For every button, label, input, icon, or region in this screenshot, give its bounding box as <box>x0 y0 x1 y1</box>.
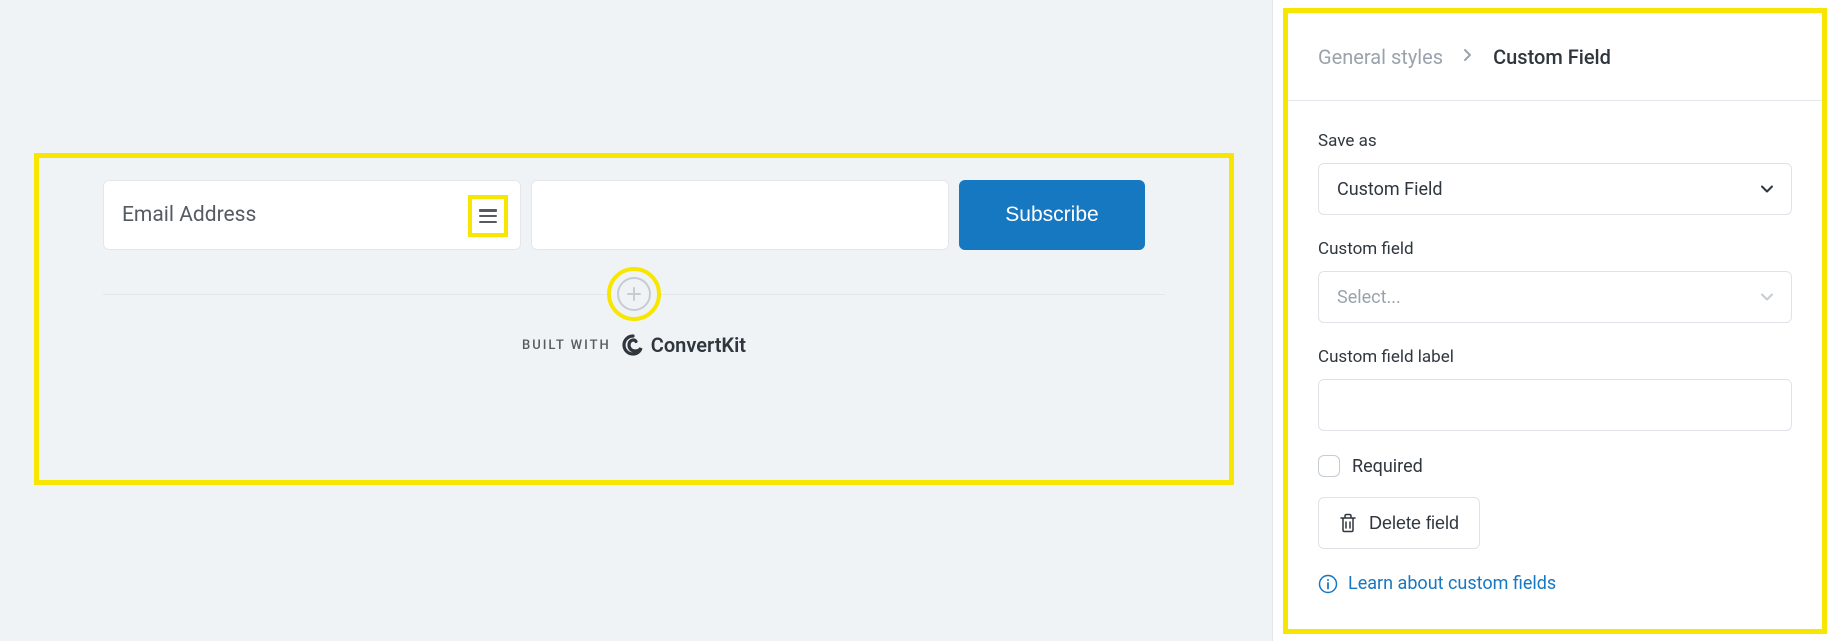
field-drag-handle[interactable] <box>468 195 508 237</box>
field-label-label: Custom field label <box>1318 347 1792 367</box>
subscribe-button[interactable]: Subscribe <box>959 180 1145 250</box>
info-icon <box>1318 574 1338 594</box>
email-placeholder-text: Email Address <box>122 203 256 227</box>
built-with-label: BUILT WITH <box>522 338 611 353</box>
form-fields-row: Email Address Subscribe <box>103 180 1145 250</box>
required-label: Required <box>1352 456 1423 477</box>
add-element-button[interactable] <box>607 267 661 321</box>
convertkit-swirl-icon <box>621 333 645 357</box>
required-checkbox-row[interactable]: Required <box>1318 455 1792 477</box>
plus-icon <box>617 277 651 311</box>
form-preview-area: Email Address Subscribe <box>0 15 1272 641</box>
required-checkbox[interactable] <box>1318 455 1340 477</box>
breadcrumb: General styles Custom Field <box>1288 13 1822 101</box>
delete-field-button[interactable]: Delete field <box>1318 497 1480 549</box>
hamburger-icon <box>479 209 497 223</box>
custom-field-label: Custom field <box>1318 239 1792 259</box>
custom-field-select[interactable]: Select... <box>1318 271 1792 323</box>
chevron-down-icon <box>1760 180 1774 199</box>
highlighted-panel-region: General styles Custom Field Save as Cust… <box>1283 8 1827 634</box>
breadcrumb-current: Custom Field <box>1493 45 1611 69</box>
chevron-right-icon <box>1463 47 1473 66</box>
settings-panel: General styles Custom Field Save as Cust… <box>1272 0 1836 641</box>
breadcrumb-general-styles[interactable]: General styles <box>1318 45 1443 69</box>
convertkit-logo[interactable]: ConvertKit <box>621 333 746 357</box>
custom-field-input[interactable] <box>531 180 949 250</box>
built-with-footer: BUILT WITH ConvertKit <box>39 333 1229 357</box>
save-as-label: Save as <box>1318 131 1792 151</box>
convertkit-text: ConvertKit <box>651 333 746 357</box>
email-field[interactable]: Email Address <box>103 180 521 250</box>
learn-link[interactable]: Learn about custom fields <box>1318 573 1792 594</box>
trash-icon <box>1339 513 1357 533</box>
field-label-input[interactable] <box>1318 379 1792 431</box>
highlighted-form-region: Email Address Subscribe <box>34 153 1234 485</box>
panel-body[interactable]: Save as Custom Field Custom field Select… <box>1288 101 1822 626</box>
save-as-select[interactable]: Custom Field <box>1318 163 1792 215</box>
chevron-down-icon <box>1760 288 1774 307</box>
form-divider <box>103 274 1165 314</box>
